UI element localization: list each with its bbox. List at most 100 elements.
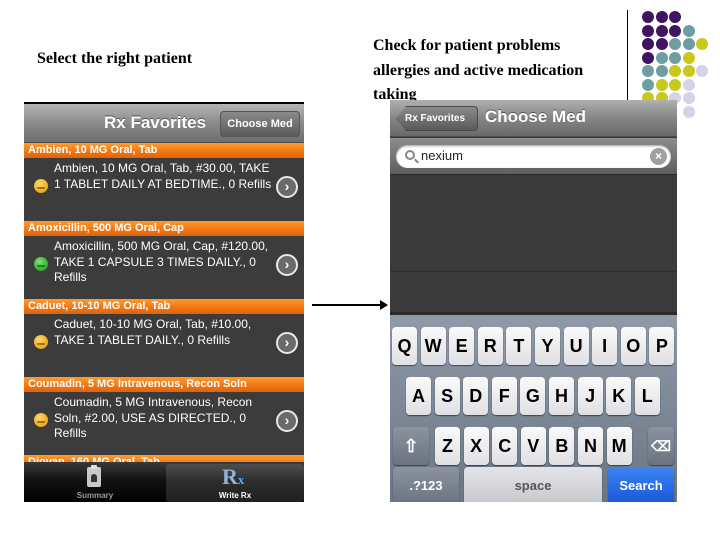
- decorative-dot: [642, 51, 654, 64]
- decorative-dot: [682, 51, 695, 64]
- tab-label: Summary: [76, 491, 114, 500]
- search-icon: [405, 150, 415, 160]
- caption-line: Check for patient problems: [373, 37, 561, 54]
- search-key[interactable]: Search: [608, 467, 674, 502]
- decorative-dot: [669, 51, 681, 64]
- key-d[interactable]: D: [463, 377, 489, 415]
- key-w[interactable]: W: [420, 327, 446, 365]
- favorite-row[interactable]: Caduet, 10-10 MG Oral, Tab, #10.00, TAKE…: [24, 314, 304, 377]
- back-button[interactable]: Rx Favorites: [396, 106, 478, 131]
- key-q[interactable]: Q: [392, 327, 417, 365]
- status-yellow-icon: [34, 413, 48, 427]
- tab-bar: Summary Rx Write Rx: [24, 462, 304, 502]
- key-k[interactable]: K: [606, 377, 632, 415]
- key-e[interactable]: E: [449, 327, 475, 365]
- section-header: Amoxicillin, 500 MG Oral, Cap: [24, 221, 304, 236]
- decorative-dot: [669, 78, 681, 91]
- decorative-dot: [655, 38, 668, 50]
- tab-summary[interactable]: Summary: [26, 464, 164, 502]
- decorative-dot: [669, 11, 681, 23]
- search-value: nexium: [421, 148, 463, 163]
- key-z[interactable]: Z: [435, 427, 460, 465]
- decorative-dot: [642, 65, 654, 77]
- status-green-icon: [34, 257, 48, 271]
- decorative-dot: [682, 38, 695, 50]
- key-c[interactable]: C: [492, 427, 518, 465]
- decorative-dot: [642, 78, 654, 91]
- caption-line: allergies and active medication: [373, 61, 584, 79]
- space-key[interactable]: space: [464, 467, 602, 502]
- status-yellow-icon: [34, 335, 48, 349]
- decorative-dot: [655, 11, 668, 23]
- on-screen-keyboard: ⇧ ⌫ .?123 space Search QWERTYUIOP ASDFGHJ…: [390, 312, 677, 502]
- decorative-dot: [655, 78, 668, 91]
- decorative-dot: [669, 65, 681, 77]
- section-header: Ambien, 10 MG Oral, Tab: [24, 143, 304, 158]
- choose-med-button[interactable]: Choose Med: [220, 111, 300, 137]
- key-x[interactable]: X: [463, 427, 489, 465]
- favorite-detail: Amoxicillin, 500 MG Oral, Cap, #120.00, …: [54, 239, 269, 284]
- key-y[interactable]: Y: [535, 327, 560, 365]
- clipboard-icon: [87, 465, 101, 487]
- key-t[interactable]: T: [506, 327, 532, 365]
- favorite-detail: Coumadin, 5 MG Intravenous, Recon Soln, …: [54, 395, 253, 440]
- caption-select-patient: Select the right patient: [37, 50, 193, 67]
- key-n[interactable]: N: [578, 427, 603, 465]
- nav-title: Choose Med: [485, 107, 587, 126]
- search-input[interactable]: nexium ×: [396, 145, 671, 168]
- key-l[interactable]: L: [634, 377, 660, 415]
- backspace-key[interactable]: ⌫: [648, 427, 674, 465]
- key-r[interactable]: R: [477, 327, 503, 365]
- rx-icon: Rx: [222, 464, 245, 489]
- favorite-detail: Ambien, 10 MG Oral, Tab, #30.00, TAKE 1 …: [54, 161, 272, 191]
- numbers-key[interactable]: .?123: [393, 467, 459, 502]
- decorative-dot: [655, 65, 668, 77]
- decorative-dot: [642, 11, 654, 23]
- divider: [390, 271, 677, 272]
- key-o[interactable]: O: [620, 327, 646, 365]
- key-v[interactable]: V: [520, 427, 546, 465]
- key-i[interactable]: I: [592, 327, 618, 365]
- clear-icon[interactable]: ×: [650, 148, 667, 165]
- key-u[interactable]: U: [563, 327, 589, 365]
- section-header: Caduet, 10-10 MG Oral, Tab: [24, 299, 304, 314]
- decorative-dot: [682, 65, 695, 77]
- favorite-detail: Caduet, 10-10 MG Oral, Tab, #10.00, TAKE…: [54, 317, 252, 347]
- key-j[interactable]: J: [577, 377, 603, 415]
- tab-write-rx[interactable]: Rx Write Rx: [166, 464, 304, 502]
- decorative-dot: [682, 105, 695, 118]
- disclosure-chevron-icon[interactable]: ›: [276, 332, 298, 354]
- key-h[interactable]: H: [549, 377, 574, 415]
- key-m[interactable]: M: [606, 427, 632, 465]
- decorative-dot: [682, 78, 695, 91]
- decorative-dot: [669, 38, 681, 50]
- arrow-line: [312, 304, 384, 306]
- key-a[interactable]: A: [406, 377, 431, 415]
- decorative-dot: [642, 38, 654, 50]
- search-bar: nexium ×: [390, 138, 677, 175]
- key-g[interactable]: G: [520, 377, 546, 415]
- caption-check-problems: Check for patient problems allergies and…: [373, 34, 643, 108]
- section-header: Coumadin, 5 MG Intravenous, Recon Soln: [24, 377, 304, 392]
- decorative-dot: [642, 24, 654, 37]
- decorative-dot: [682, 24, 695, 37]
- decorative-dot: [696, 38, 708, 50]
- choose-med-screen: Rx Favorites Choose Med nexium × ⇧ ⌫ .?1…: [390, 100, 677, 502]
- favorite-row[interactable]: Amoxicillin, 500 MG Oral, Cap, #120.00, …: [24, 236, 304, 299]
- decorative-dot: [669, 24, 681, 37]
- favorite-row[interactable]: Coumadin, 5 MG Intravenous, Recon Soln, …: [24, 392, 304, 455]
- key-s[interactable]: S: [434, 377, 460, 415]
- favorite-row[interactable]: Ambien, 10 MG Oral, Tab, #30.00, TAKE 1 …: [24, 158, 304, 221]
- disclosure-chevron-icon[interactable]: ›: [276, 254, 298, 276]
- disclosure-chevron-icon[interactable]: ›: [276, 410, 298, 432]
- nav-title: Rx Favorites: [104, 113, 207, 132]
- decorative-dot: [655, 51, 668, 64]
- decorative-divider: [627, 10, 628, 101]
- key-b[interactable]: B: [549, 427, 575, 465]
- key-f[interactable]: F: [491, 377, 517, 415]
- status-yellow-icon: [34, 179, 48, 193]
- navigation-bar: Rx Favorites Choose Med: [24, 104, 304, 143]
- disclosure-chevron-icon[interactable]: ›: [276, 176, 298, 198]
- key-p[interactable]: P: [649, 327, 675, 365]
- shift-key[interactable]: ⇧: [393, 427, 429, 465]
